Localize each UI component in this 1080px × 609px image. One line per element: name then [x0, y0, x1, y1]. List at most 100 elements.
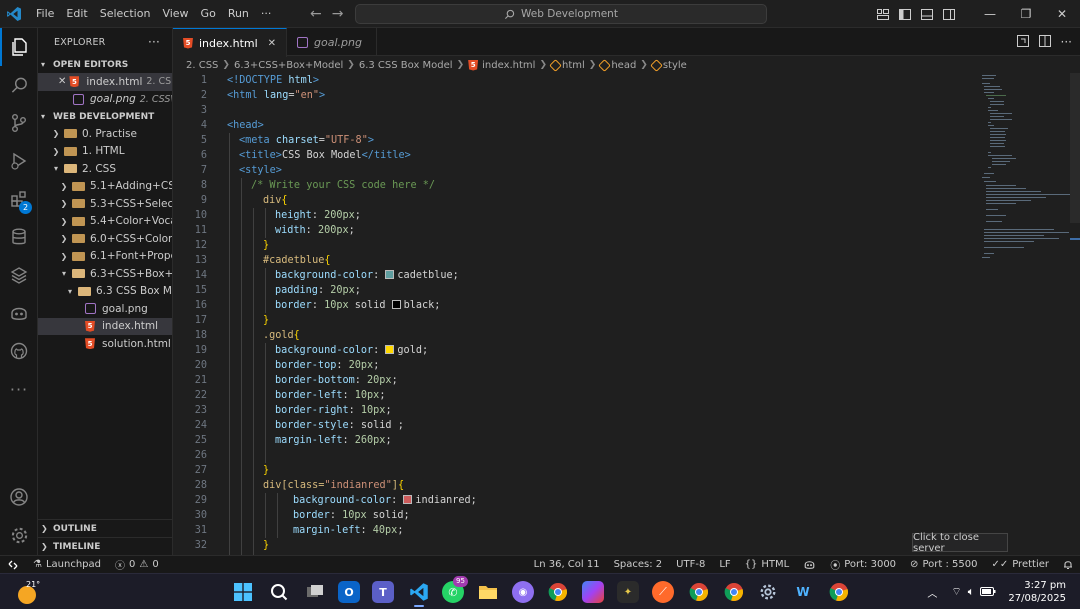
tree-folder[interactable]: ❯5.3+CSS+Select...: [38, 195, 172, 213]
code-editor[interactable]: 1 <!DOCTYPE html> 2 <html lang="en"> 3 4 <h…: [173, 73, 1080, 555]
copilot-app-icon[interactable]: [582, 581, 604, 603]
tree-folder[interactable]: ❯ 6.0+CSS+Colors: [38, 230, 172, 248]
toggle-panel-icon[interactable]: [916, 8, 938, 20]
menu-file[interactable]: File: [30, 0, 60, 28]
tree-folder[interactable]: ❯5.4+Color+Voca...: [38, 213, 172, 231]
wifi-icon[interactable]: ⌔: [951, 585, 961, 599]
clock[interactable]: 3:27 pm 27/08/2025: [1008, 579, 1080, 605]
forward-arrow-icon[interactable]: →: [332, 6, 344, 22]
whatsapp-icon[interactable]: ✆ 95: [442, 576, 468, 603]
account-icon[interactable]: [0, 478, 38, 516]
live-server-item[interactable]: ⊘ Port : 5500: [903, 559, 984, 570]
tree-folder[interactable]: ❯5.1+Adding+CSS: [38, 178, 172, 196]
notifications-bell-icon[interactable]: [1056, 559, 1080, 570]
database-icon[interactable]: [0, 218, 38, 256]
run-debug-icon[interactable]: [0, 142, 38, 180]
app-icon[interactable]: ◉: [512, 581, 534, 603]
close-icon[interactable]: ✕: [58, 76, 66, 87]
chrome-icon[interactable]: [547, 581, 569, 603]
open-preview-icon[interactable]: [1016, 34, 1029, 50]
outline-section[interactable]: ❯ OUTLINE: [38, 519, 172, 537]
minimap[interactable]: [980, 73, 1071, 263]
editor-scrollbar[interactable]: [1070, 73, 1080, 223]
tree-folder[interactable]: ▾6.3+CSS+Box+...: [38, 265, 172, 283]
search-icon[interactable]: [0, 66, 38, 104]
tree-file[interactable]: 5 index.html: [38, 317, 172, 335]
open-editors-section[interactable]: ▾ OPEN EDITORS: [38, 56, 172, 73]
file-explorer-icon[interactable]: [477, 581, 499, 603]
close-window-icon[interactable]: ✕: [1044, 7, 1080, 21]
color-swatch-gold[interactable]: [385, 345, 395, 354]
launchpad-item[interactable]: ⚗ Launchpad: [26, 559, 108, 570]
indentation[interactable]: Spaces: 2: [607, 559, 670, 570]
vscode-taskbar-icon[interactable]: [408, 581, 430, 603]
tree-folder[interactable]: ▾6.3 CSS Box M...: [38, 283, 172, 301]
problems-item[interactable]: ⓧ 0 ⚠ 0: [108, 557, 166, 572]
teams-icon[interactable]: T: [372, 581, 394, 603]
layers-icon[interactable]: [0, 256, 38, 294]
timeline-section[interactable]: ❯ TIMELINE: [38, 537, 172, 555]
breadcrumb-item[interactable]: 6.3+CSS+Box+Model: [234, 60, 343, 71]
chevron-up-icon[interactable]: ︿: [927, 585, 937, 600]
explorer-more-icon[interactable]: ···: [148, 35, 160, 49]
tab-goal-png[interactable]: goal.png: [287, 28, 378, 56]
menu-run[interactable]: Run: [222, 0, 255, 28]
back-arrow-icon[interactable]: ←: [310, 6, 322, 22]
breadcrumb-item[interactable]: 2. CSS: [186, 60, 218, 71]
chrome-profile-icon[interactable]: [828, 581, 850, 603]
menu-edit[interactable]: Edit: [60, 0, 93, 28]
tree-folder[interactable]: ❯ 1. HTML: [38, 143, 172, 161]
settings-gear-icon[interactable]: [0, 516, 38, 554]
davinci-icon[interactable]: ✦: [617, 581, 639, 603]
copilot-icon[interactable]: [0, 294, 38, 332]
breadcrumb-item[interactable]: 6.3 CSS Box Model: [359, 60, 453, 71]
chrome-profile-icon[interactable]: [723, 581, 745, 603]
menu-view[interactable]: View: [156, 0, 194, 28]
breadcrumb-item[interactable]: style: [663, 60, 687, 71]
command-center-search[interactable]: Web Development: [355, 4, 767, 24]
task-view-icon[interactable]: [304, 581, 326, 603]
cursor-position[interactable]: Ln 36, Col 11: [527, 559, 607, 570]
volume-icon[interactable]: 🔈︎: [968, 585, 975, 599]
extensions-icon[interactable]: 2: [0, 180, 38, 218]
taskbar-search-icon[interactable]: [268, 581, 290, 603]
maximize-icon[interactable]: ❐: [1008, 7, 1044, 21]
outlook-icon[interactable]: O: [338, 581, 360, 603]
open-editor-item[interactable]: ✕ 5 index.html 2. CS...: [38, 73, 172, 91]
chrome-profile-icon[interactable]: [688, 581, 710, 603]
tab-index-html[interactable]: 5 index.html ✕: [173, 28, 288, 57]
language-mode[interactable]: {} HTML: [738, 559, 797, 570]
source-control-icon[interactable]: [0, 104, 38, 142]
battery-icon[interactable]: [980, 586, 996, 599]
split-editor-icon[interactable]: [1038, 34, 1051, 50]
prettier-item[interactable]: ✓✓ Prettier: [984, 559, 1056, 570]
brave-icon[interactable]: ⟋: [652, 581, 674, 603]
breadcrumb-item[interactable]: index.html: [482, 60, 535, 71]
github-icon[interactable]: [0, 332, 38, 370]
remote-icon[interactable]: [0, 555, 26, 574]
tree-file[interactable]: goal.png: [38, 300, 172, 318]
menu-more[interactable]: ···: [255, 0, 278, 28]
customize-layout-icon[interactable]: [872, 8, 894, 20]
tree-folder[interactable]: ▾ 2. CSS: [38, 160, 172, 178]
settings-app-icon[interactable]: [757, 581, 779, 603]
tree-folder[interactable]: ❯ 0. Practise: [38, 125, 172, 143]
toggle-primary-sidebar-icon[interactable]: [894, 8, 916, 20]
close-icon[interactable]: ✕: [268, 38, 276, 49]
toggle-secondary-sidebar-icon[interactable]: [938, 8, 960, 20]
color-swatch-black[interactable]: [391, 300, 401, 309]
more-actions-icon[interactable]: ···: [1061, 35, 1072, 49]
breadcrumb-item[interactable]: head: [611, 60, 636, 71]
encoding[interactable]: UTF-8: [669, 559, 712, 570]
minimize-icon[interactable]: —: [972, 7, 1008, 21]
menu-go[interactable]: Go: [195, 0, 222, 28]
port-3000-item[interactable]: ⦿ Port: 3000: [823, 557, 903, 572]
breadcrumb-item[interactable]: html: [562, 60, 585, 71]
menu-selection[interactable]: Selection: [94, 0, 157, 28]
windows-start-icon[interactable]: [232, 581, 254, 603]
more-views-icon[interactable]: ···: [0, 370, 38, 408]
open-editor-item[interactable]: goal.png 2. CSS\...: [38, 91, 172, 109]
copilot-status-icon[interactable]: [796, 559, 823, 570]
explorer-icon[interactable]: [0, 28, 38, 66]
color-swatch-cadetblue[interactable]: [385, 270, 395, 279]
